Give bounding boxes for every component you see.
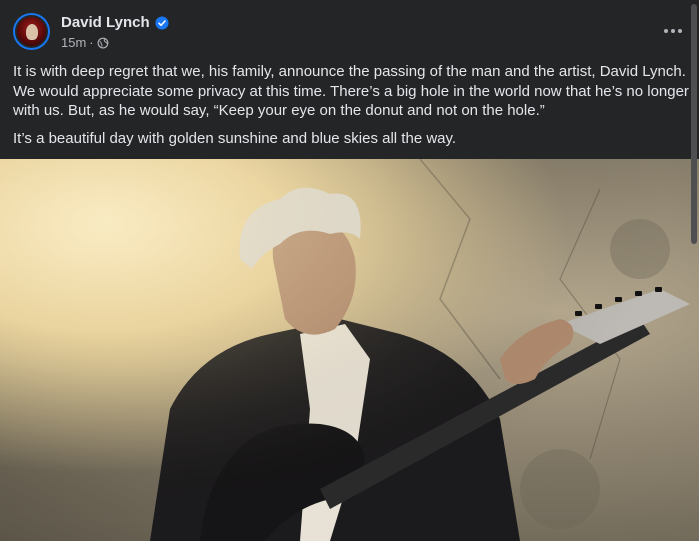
post-paragraph: It is with deep regret that we, his fami… [13, 63, 689, 119]
scrollbar-thumb[interactable] [691, 4, 697, 244]
more-options-button[interactable] [661, 19, 685, 43]
more-dots-icon [671, 29, 675, 33]
post-photo[interactable] [0, 159, 699, 541]
photo-illustration [0, 159, 699, 541]
verified-badge-icon [155, 15, 169, 30]
globe-icon[interactable] [97, 37, 109, 49]
post-timestamp[interactable]: 15m [61, 35, 86, 50]
post-meta: 15m · [61, 35, 109, 50]
post-header: David Lynch 15m · [0, 0, 699, 58]
avatar-image [15, 15, 48, 48]
post-text: It is with deep regret that we, his fami… [13, 62, 693, 156]
meta-separator: · [89, 35, 94, 50]
author-name[interactable]: David Lynch [61, 14, 150, 31]
post-paragraph: It’s a beautiful day with golden sunshin… [13, 129, 457, 147]
author-name-row: David Lynch [61, 14, 169, 31]
author-avatar[interactable] [13, 13, 50, 50]
scrollbar[interactable] [691, 0, 697, 541]
light-haze [0, 159, 699, 541]
more-dots-icon [664, 29, 668, 33]
more-dots-icon [678, 29, 682, 33]
facebook-post: David Lynch 15m · It is with deep regret… [0, 0, 699, 541]
